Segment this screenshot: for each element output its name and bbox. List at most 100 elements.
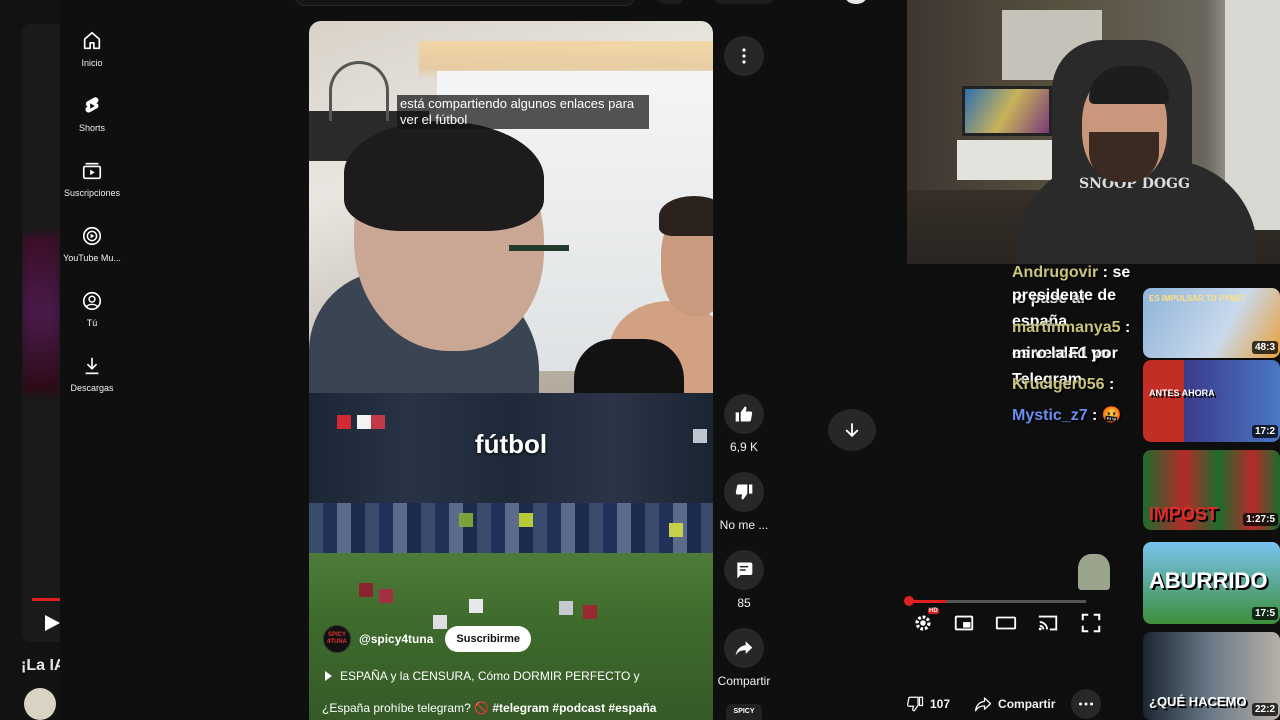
more-options-button[interactable] bbox=[724, 36, 764, 76]
sidebar-item-label: Suscripciones bbox=[63, 188, 121, 198]
background-video-title[interactable]: ¡La IA bbox=[21, 657, 61, 675]
recommended-video-thumbnail[interactable]: IMPOST 1:27:5 bbox=[1143, 450, 1280, 530]
video-duration: 1:27:5 bbox=[1243, 513, 1278, 526]
more-horizontal-icon bbox=[1079, 702, 1094, 706]
chat-username: Andrugovir bbox=[1012, 264, 1099, 281]
voice-search-button[interactable] bbox=[655, 0, 685, 4]
recommended-video-thumbnail[interactable]: ES IMPULSAR TU PYME? 48:3 bbox=[1143, 288, 1280, 358]
video-overlay-word: fútbol bbox=[474, 429, 548, 459]
video-duration: 17:2 bbox=[1251, 425, 1278, 438]
thumbnail-overlay-text: ¿QUÉ HACEMO bbox=[1149, 694, 1247, 709]
player-progress-fill bbox=[910, 600, 946, 603]
cast-icon[interactable] bbox=[1037, 612, 1059, 634]
hashtag-links[interactable]: #telegram #podcast #españa bbox=[492, 701, 656, 715]
webcam-desk bbox=[957, 140, 1057, 180]
dislike-count: 107 bbox=[930, 697, 951, 711]
create-button[interactable] bbox=[712, 0, 776, 4]
comments-button[interactable] bbox=[724, 550, 764, 590]
recommended-video-thumbnail[interactable]: ¿QUÉ HACEMO 22:2 bbox=[1143, 632, 1280, 720]
player-progress-bar[interactable] bbox=[910, 600, 1086, 603]
thumbnail-overlay-text: ABURRIDO bbox=[1149, 568, 1268, 593]
sidebar-item-suscripciones[interactable]: Suscripciones bbox=[60, 152, 124, 217]
sidebar-item-descargas[interactable]: Descargas bbox=[60, 347, 124, 412]
chat-username: Kruciger056 bbox=[1012, 376, 1105, 393]
comments-action[interactable]: 85 bbox=[714, 550, 774, 628]
chat-message: Mystic_z7 : 🤬 bbox=[1012, 403, 1122, 429]
like-count: 6,9 K bbox=[729, 440, 759, 454]
channel-row: SPICY 4TUNA @spicy4tuna Suscribirme bbox=[323, 625, 531, 653]
pixel-block bbox=[519, 513, 533, 527]
more-vertical-icon bbox=[742, 48, 746, 64]
thumbs-down-icon bbox=[735, 484, 753, 500]
youtube-music-icon bbox=[82, 226, 102, 246]
recommended-video-thumbnail[interactable]: ABURRIDO 17:5 bbox=[1143, 542, 1280, 624]
settings-gear-icon[interactable] bbox=[912, 612, 934, 634]
pixel-block bbox=[669, 523, 683, 537]
like-button[interactable] bbox=[724, 394, 764, 434]
channel-handle[interactable]: @spicy4tuna bbox=[359, 632, 433, 646]
share-button[interactable] bbox=[724, 628, 764, 668]
pixel-block bbox=[459, 513, 473, 527]
mini-yoda-figure bbox=[1078, 554, 1110, 590]
sidebar-item-tu[interactable]: Tú bbox=[60, 282, 124, 347]
video-title-row[interactable]: ESPAÑA y la CENSURA, Cómo DORMIR PERFECT… bbox=[325, 669, 640, 683]
stream-chat: Andrugovir : se lo pase al presidente de… bbox=[898, 260, 1143, 600]
dislike-button[interactable] bbox=[724, 472, 764, 512]
webcam-monitor bbox=[962, 86, 1052, 136]
video-duration: 22:2 bbox=[1251, 703, 1278, 716]
short-video-player[interactable]: está compartiendo algunos enlaces para v… bbox=[309, 21, 713, 720]
short-actions: 6,9 K No me ... 85 Compartir bbox=[714, 394, 774, 706]
miniplayer-icon[interactable] bbox=[953, 612, 975, 634]
arrow-down-icon bbox=[845, 423, 859, 438]
sidebar-item-label: Shorts bbox=[78, 123, 105, 133]
background-progress-bar[interactable] bbox=[32, 598, 60, 601]
thumbnail-overlay-text: ANTES AHORA bbox=[1149, 388, 1215, 398]
expand-triangle-icon bbox=[325, 671, 332, 681]
sidebar-item-shorts[interactable]: Shorts bbox=[60, 87, 124, 152]
subscribe-button[interactable]: Suscribirme bbox=[445, 626, 531, 652]
sidebar-item-label: Descargas bbox=[70, 383, 114, 393]
video-duration: 17:5 bbox=[1251, 607, 1278, 620]
search-bar[interactable] bbox=[295, 0, 635, 6]
recommended-video-thumbnail[interactable]: ANTES AHORA 17:2 bbox=[1143, 360, 1280, 442]
player-controls: HD bbox=[898, 596, 1114, 646]
dislike-action[interactable]: No me ... bbox=[714, 472, 774, 550]
like-action[interactable]: 6,9 K bbox=[714, 394, 774, 472]
next-short-button[interactable] bbox=[828, 409, 876, 451]
sidebar-item-youtube-music[interactable]: YouTube Mu... bbox=[60, 217, 124, 282]
pixel-block bbox=[337, 415, 351, 429]
thumbs-down-outline-icon bbox=[907, 696, 924, 712]
pixel-block bbox=[357, 415, 371, 429]
background-video-glow bbox=[22, 234, 60, 394]
home-icon bbox=[83, 31, 101, 50]
person-right-hair bbox=[659, 196, 713, 236]
pixel-block bbox=[559, 601, 573, 615]
video-description[interactable]: ¿España prohíbe telegram? 🚫 #telegram #p… bbox=[322, 701, 656, 715]
theater-mode-icon[interactable] bbox=[995, 612, 1017, 634]
chat-username: martinmanya5 bbox=[1012, 319, 1121, 336]
chat-username: Mystic_z7 bbox=[1012, 407, 1088, 424]
sidebar-item-label: YouTube Mu... bbox=[63, 253, 121, 263]
sidebar-item-inicio[interactable]: Inicio bbox=[60, 22, 124, 87]
video-duration: 48:3 bbox=[1251, 341, 1278, 354]
background-channel-avatar[interactable] bbox=[24, 688, 56, 720]
account-avatar[interactable] bbox=[846, 0, 866, 4]
share-action[interactable]: Compartir bbox=[714, 628, 774, 706]
comment-icon bbox=[737, 562, 753, 579]
chat-text: : bbox=[1104, 376, 1115, 393]
pixel-block bbox=[379, 589, 393, 603]
video-actions-row: 107 Compartir bbox=[898, 688, 1143, 720]
stream-more-button[interactable] bbox=[1071, 689, 1102, 719]
chat-text: : 🤬 bbox=[1087, 407, 1122, 424]
short-video-frame bbox=[309, 21, 713, 401]
dislike-count-button[interactable]: 107 bbox=[898, 689, 958, 719]
channel-mini-avatar[interactable]: SPICY bbox=[726, 704, 762, 720]
share-label: Compartir bbox=[717, 674, 771, 688]
channel-avatar[interactable]: SPICY 4TUNA bbox=[323, 625, 351, 653]
play-icon[interactable] bbox=[42, 613, 62, 633]
player-scrubber[interactable] bbox=[904, 596, 914, 606]
pixel-stands-band bbox=[309, 503, 713, 553]
stream-share-button[interactable]: Compartir bbox=[966, 689, 1063, 719]
fullscreen-icon[interactable] bbox=[1080, 612, 1102, 634]
streamer-webcam: SNOOP DOGG bbox=[907, 0, 1280, 264]
